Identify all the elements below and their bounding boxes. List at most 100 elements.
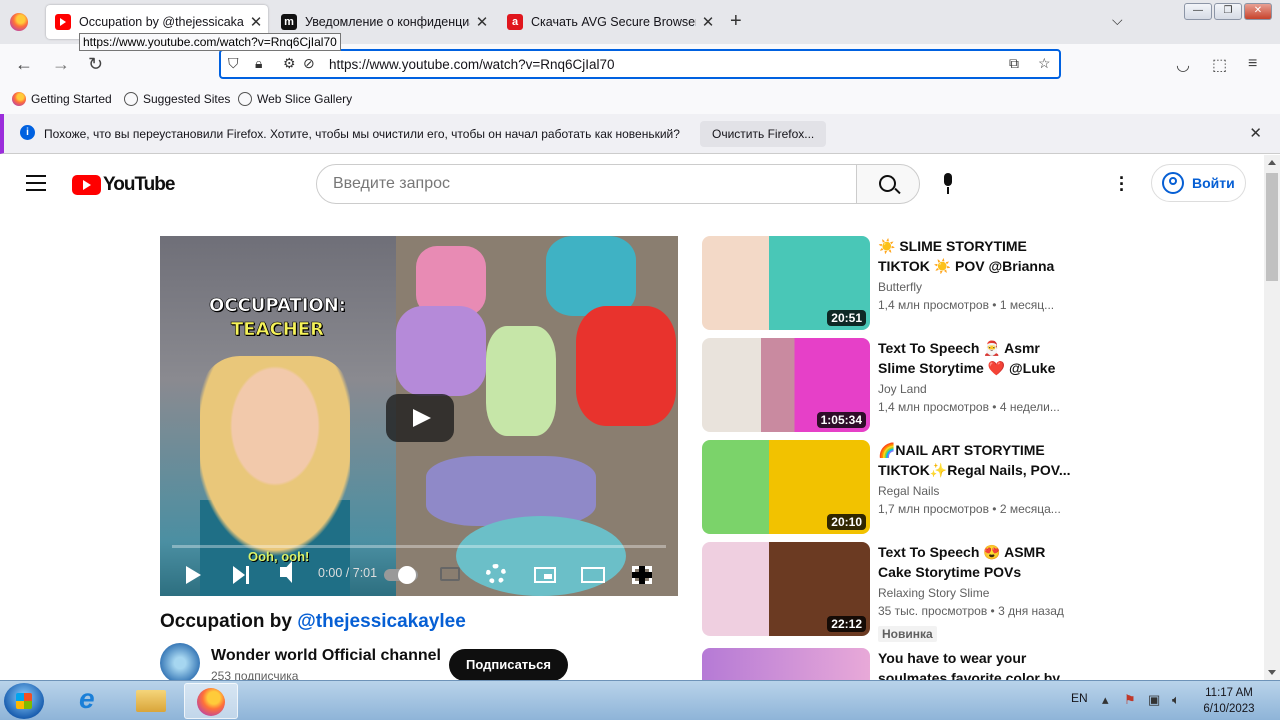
theater-mode-icon[interactable] [581,567,605,583]
recommendation-title[interactable]: 🌈NAIL ART STORYTIME TIKTOK✨Regal Nails, … [878,440,1078,480]
video-thumbnail[interactable]: 1:05:34 [702,338,870,432]
recommendation-item[interactable]: 1:05:34 Text To Speech 🎅 Asmr Slime Stor… [702,338,1082,432]
refresh-firefox-button[interactable]: Очистить Firefox... [700,121,827,147]
video-thumbnail[interactable]: 22:12 [702,542,870,636]
picture-in-picture-icon[interactable]: ⧉ [1009,55,1019,72]
purple-soap [396,306,486,396]
shield-icon[interactable]: ⛉ [228,55,239,72]
autoplay-blocked-icon[interactable]: ⊘ [303,55,315,72]
scroll-up-icon[interactable] [1268,160,1276,165]
sign-in-button[interactable]: Войти [1151,164,1246,202]
firefox-view-icon[interactable] [10,13,28,31]
recommendation-title[interactable]: You have to wear your soulmates favorite… [878,648,1078,680]
tab-label: Уведомление о конфиденциальности [305,15,470,29]
recommendation-title[interactable]: Text To Speech 😍 ASMR Cake Storytime POV… [878,542,1078,582]
page-scrollbar[interactable] [1264,155,1280,680]
close-tab-icon[interactable]: ✕ [696,13,720,31]
lock-icon[interactable]: 🔒︎ [255,55,262,72]
recommendation-meta: 35 тыс. просмотров • 3 дня назад [878,604,1064,618]
search-button[interactable] [856,164,920,204]
reload-icon[interactable]: ↻ [88,54,103,75]
miniplayer-icon[interactable] [534,567,556,583]
search-input[interactable]: Введите запрос [316,164,857,204]
extensions-icon[interactable]: ⬚ [1212,55,1227,75]
account-icon [1162,172,1184,194]
recommendation-channel[interactable]: Butterfly [878,280,922,294]
minimize-button[interactable]: — [1184,3,1212,20]
recommendation-meta: 1,7 млн просмотров • 2 месяца... [878,502,1061,516]
video-thumbnail[interactable]: 20:51 [702,236,870,330]
avg-favicon-icon: a [507,14,523,30]
recommendation-item[interactable]: 20:51 ☀️ SLIME STORYTIME TIKTOK ☀️ POV @… [702,236,1082,330]
bookmark-suggested-sites[interactable]: Suggested Sites [124,92,230,106]
network-icon[interactable]: ▣ [1148,692,1160,708]
autoplay-toggle[interactable] [384,566,418,584]
settings-gear-icon[interactable] [486,564,506,584]
link-tooltip: https://www.youtube.com/watch?v=Rnq6CjIa… [79,33,341,51]
volume-icon[interactable] [280,561,292,583]
close-notification-icon[interactable]: ✕ [1249,124,1262,142]
subscribe-button[interactable]: Подписаться [449,649,568,680]
next-video-icon[interactable] [233,566,249,584]
microphone-icon[interactable] [938,173,958,195]
video-thumbnail[interactable] [702,648,870,680]
forward-icon[interactable]: → [52,54,70,75]
permissions-icon[interactable]: ⚙︎ [283,55,296,72]
file-explorer-icon[interactable] [124,683,178,719]
large-play-button[interactable] [386,394,454,442]
firefox-taskbar-icon[interactable] [184,683,238,719]
url-text[interactable]: https://www.youtube.com/watch?v=Rnq6CjIa… [329,57,615,72]
tab-avg-download[interactable]: a Скачать AVG Secure Browser ✕ [498,5,720,39]
app-menu-icon[interactable]: ≡ [1248,55,1257,73]
overlay-line-2: TEACHER [231,319,325,341]
volume-tray-icon[interactable]: 🔈︎ [1172,692,1180,708]
system-clock[interactable]: 11:17 AM 6/10/2023 [1198,685,1260,717]
address-bar[interactable]: ⛉ 🔒︎ ⚙︎ ⊘ https://www.youtube.com/watch?… [219,49,1061,79]
maximize-button[interactable]: ❐ [1214,3,1242,20]
close-tab-icon[interactable]: ✕ [470,13,494,31]
play-icon[interactable] [186,566,201,584]
back-icon[interactable]: ← [15,54,33,75]
player-controls: 0:00 / 7:01 [160,554,678,596]
fullscreen-icon[interactable] [632,566,652,584]
guide-menu-icon[interactable] [26,175,46,196]
bookmark-web-slice-gallery[interactable]: Web Slice Gallery [238,92,352,106]
close-tab-icon[interactable]: ✕ [244,13,268,31]
language-indicator[interactable]: EN [1071,691,1088,705]
duration-badge: 20:10 [827,514,866,530]
subscriber-count: 253 подписчика [211,669,299,680]
action-center-icon[interactable]: ⚑ [1124,692,1136,708]
recommendation-channel[interactable]: Regal Nails [878,484,939,498]
close-window-button[interactable]: ✕ [1244,3,1272,20]
bookmark-star-icon[interactable]: ☆ [1038,55,1051,72]
bookmark-getting-started[interactable]: Getting Started [12,92,112,106]
scroll-down-icon[interactable] [1268,670,1276,675]
internet-explorer-icon[interactable] [64,683,118,719]
clock-time: 11:17 AM [1205,687,1253,699]
video-player[interactable]: OCCUPATION: TEACHER Ooh, ooh! 0:00 / 7:0… [160,236,678,596]
m-favicon-icon: m [281,14,297,30]
start-button[interactable] [4,683,44,719]
subtitles-icon[interactable] [440,567,460,581]
recommendation-title[interactable]: ☀️ SLIME STORYTIME TIKTOK ☀️ POV @Briann… [878,236,1078,276]
new-tab-icon[interactable]: + [730,10,742,33]
recommendation-channel[interactable]: Joy Land [878,382,927,396]
recommendation-channel[interactable]: Relaxing Story Slime [878,586,989,600]
progress-bar[interactable] [172,545,666,548]
channel-handle-link[interactable]: @thejessicakaylee [297,611,466,632]
overlay-line-1: OCCUPATION: [209,295,347,317]
recommendation-item[interactable]: 20:10 🌈NAIL ART STORYTIME TIKTOK✨Regal N… [702,440,1082,534]
recommendation-item[interactable]: You have to wear your soulmates favorite… [702,648,1082,680]
recommendation-title[interactable]: Text To Speech 🎅 Asmr Slime Storytime ❤️… [878,338,1078,378]
channel-avatar[interactable] [160,643,200,680]
show-hidden-icons-icon[interactable]: ▴ [1102,692,1109,708]
more-options-icon[interactable]: · · · [1114,169,1130,199]
scrollbar-thumb[interactable] [1266,173,1278,281]
channel-name[interactable]: Wonder world Official channel [211,647,441,665]
youtube-logo[interactable]: YouTube [72,174,175,196]
list-all-tabs-icon[interactable]: ⌵ [1112,12,1123,29]
video-thumbnail[interactable]: 20:10 [702,440,870,534]
recommendation-item[interactable]: 22:12 Text To Speech 😍 ASMR Cake Storyti… [702,542,1082,642]
globe-icon [238,92,252,106]
pocket-icon[interactable]: ◡ [1176,55,1190,75]
